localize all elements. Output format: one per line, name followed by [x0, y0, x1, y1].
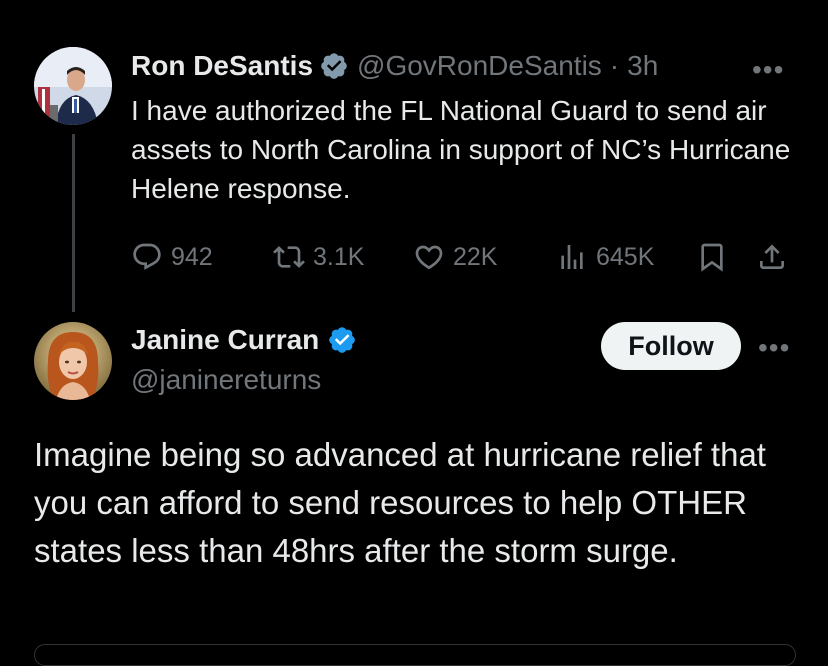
- like-count: 22K: [453, 242, 498, 271]
- tweet-timestamp[interactable]: 3h: [627, 50, 658, 82]
- media-preview-edge[interactable]: [34, 644, 796, 666]
- more-options-button[interactable]: •••: [752, 54, 784, 86]
- original-tweet-header: Ron DeSantis @GovRonDeSantis · 3h: [131, 50, 658, 82]
- separator-dot: ·: [609, 50, 620, 81]
- avatar-janine-curran[interactable]: [34, 322, 112, 400]
- author-handle[interactable]: @GovRonDeSantis: [357, 50, 602, 82]
- share-button[interactable]: [756, 241, 796, 273]
- bookmark-button[interactable]: [696, 241, 736, 273]
- like-button[interactable]: 22K: [413, 241, 497, 273]
- bookmark-icon: [701, 243, 723, 272]
- share-icon: [760, 244, 784, 269]
- reply-icon: [133, 243, 161, 270]
- reply-button[interactable]: 942: [131, 241, 213, 273]
- reply-more-options-button[interactable]: •••: [758, 332, 790, 364]
- like-icon: [415, 245, 443, 270]
- repost-button[interactable]: 3.1K: [273, 241, 364, 273]
- reply-tweet-header: Janine Curran: [131, 324, 365, 356]
- avatar-ron-desantis[interactable]: [34, 47, 112, 125]
- author-name[interactable]: Ron DeSantis: [131, 50, 313, 82]
- repost-icon: [273, 246, 305, 268]
- verified-badge-icon: [321, 53, 347, 79]
- reply-author-name[interactable]: Janine Curran: [131, 324, 319, 356]
- tweet-action-bar: 942 3.1K 22K 645K: [128, 238, 800, 278]
- views-count: 645K: [596, 242, 655, 271]
- reply-author-handle[interactable]: @janinereturns: [131, 364, 321, 396]
- thread-connector-line: [72, 134, 75, 312]
- repost-count: 3.1K: [313, 242, 365, 271]
- reply-count: 942: [171, 242, 213, 271]
- reply-tweet-text: Imagine being so advanced at hurricane r…: [34, 436, 766, 569]
- views-button[interactable]: 645K: [556, 241, 654, 273]
- original-tweet-text: I have authorized the FL National Guard …: [131, 95, 791, 204]
- views-icon: [561, 245, 583, 269]
- verified-badge-icon: [329, 327, 356, 353]
- follow-button[interactable]: Follow: [601, 322, 741, 370]
